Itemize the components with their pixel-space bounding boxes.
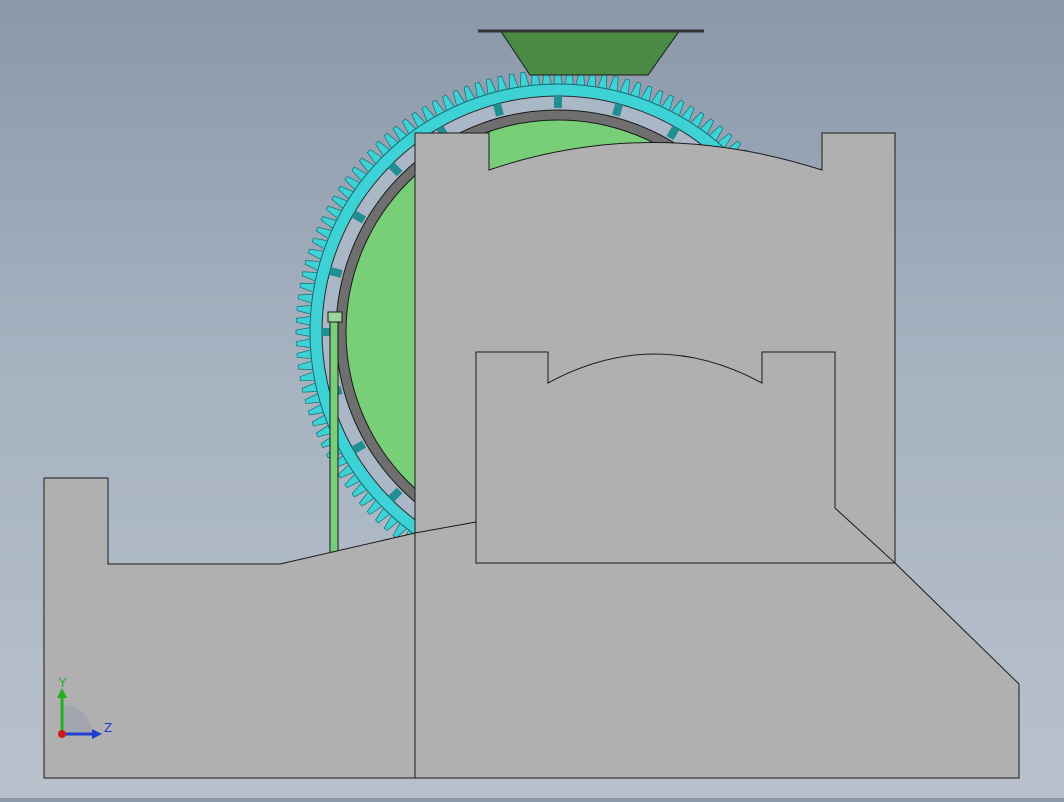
y-axis-label: Y — [58, 676, 67, 690]
cad-model-view[interactable] — [0, 0, 1064, 798]
gear-tooth — [297, 360, 314, 370]
triad-origin — [58, 730, 66, 738]
gear-tooth — [301, 382, 318, 393]
bearing-roller — [329, 267, 343, 278]
inner-stepped-block — [475, 351, 897, 564]
gear-tooth — [608, 75, 619, 92]
bearing-roller — [612, 103, 623, 117]
gear-tooth — [295, 316, 311, 326]
bearing-roller — [493, 103, 504, 117]
gear-tooth — [301, 271, 318, 282]
triad-shading — [62, 704, 92, 734]
gear-tooth — [497, 75, 508, 92]
gear-tooth — [295, 338, 311, 348]
gear-tooth — [296, 349, 312, 359]
z-axis-head — [92, 729, 102, 739]
bearing-roller — [351, 440, 367, 454]
bearing-roller — [351, 210, 367, 224]
top-bracket — [499, 29, 681, 76]
graphics-viewport[interactable]: Y Z — [0, 0, 1064, 798]
gear-tooth — [520, 71, 530, 88]
bearing-roller — [666, 125, 680, 141]
gear-tooth — [299, 282, 316, 293]
gear-tooth — [508, 73, 519, 90]
gear-tooth — [295, 327, 311, 337]
view-triad: Y Z — [57, 676, 112, 739]
gear-tooth — [297, 294, 314, 304]
vertical-rod — [329, 317, 339, 555]
gear-tooth — [597, 73, 608, 90]
gear-tooth — [296, 305, 312, 315]
z-axis-label: Z — [104, 721, 112, 735]
gear-tooth — [299, 371, 316, 382]
rod-clamp — [327, 311, 343, 323]
